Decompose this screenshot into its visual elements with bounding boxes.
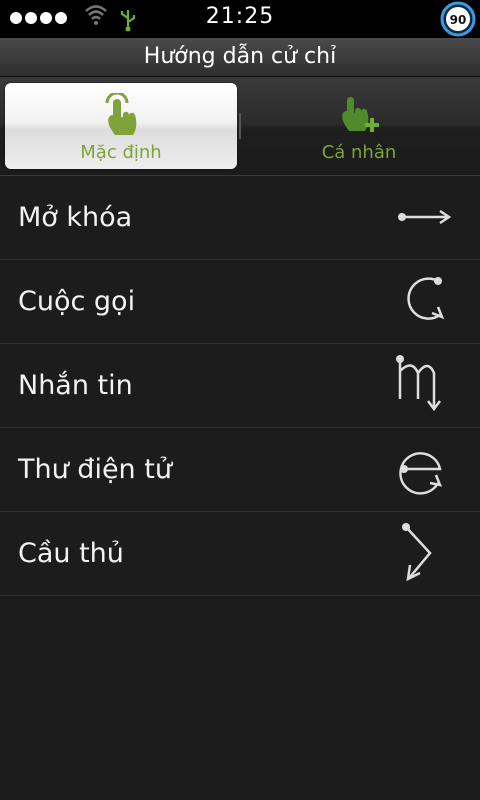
chevron-gesture-icon (402, 523, 432, 582)
tab-divider (239, 113, 241, 139)
list-item-unlock[interactable]: Mở khóa (0, 176, 480, 260)
status-time: 21:25 (205, 4, 275, 29)
page-title: Hướng dẫn cử chỉ (0, 38, 480, 77)
touch-hand-icon (105, 93, 137, 135)
battery-icon: 90 (440, 1, 476, 37)
list-item-label: Mở khóa (18, 202, 133, 233)
battery-level: 90 (450, 13, 467, 27)
list-item-label: Nhắn tin (18, 370, 133, 401)
e-gesture-icon (399, 452, 443, 495)
list-item-label: Cuộc gọi (18, 286, 136, 317)
tab-default-label: Mặc định (80, 142, 162, 163)
list-item-label: Thư điện tử (18, 454, 172, 485)
tab-bar: Mặc định Cá nhân (0, 77, 480, 176)
tab-default[interactable]: Mặc định (5, 83, 237, 169)
c-gesture-icon (407, 277, 445, 320)
m-gesture-icon (396, 355, 441, 412)
tab-personal[interactable]: Cá nhân (243, 83, 475, 169)
status-bar: 21:25 90 (0, 0, 480, 38)
gesture-list: Mở khóa Cuộc gọi Nhắn tin Thư điện tử Cầ… (0, 176, 480, 596)
hand-add-icon (342, 97, 379, 132)
list-item-call[interactable]: Cuộc gọi (0, 260, 480, 344)
list-item-label: Cầu thủ (18, 538, 124, 569)
list-item-message[interactable]: Nhắn tin (0, 344, 480, 428)
arrow-right-gesture-icon (398, 209, 452, 225)
list-item-email[interactable]: Thư điện tử (0, 428, 480, 512)
list-item-player[interactable]: Cầu thủ (0, 512, 480, 596)
tab-personal-label: Cá nhân (321, 142, 397, 163)
